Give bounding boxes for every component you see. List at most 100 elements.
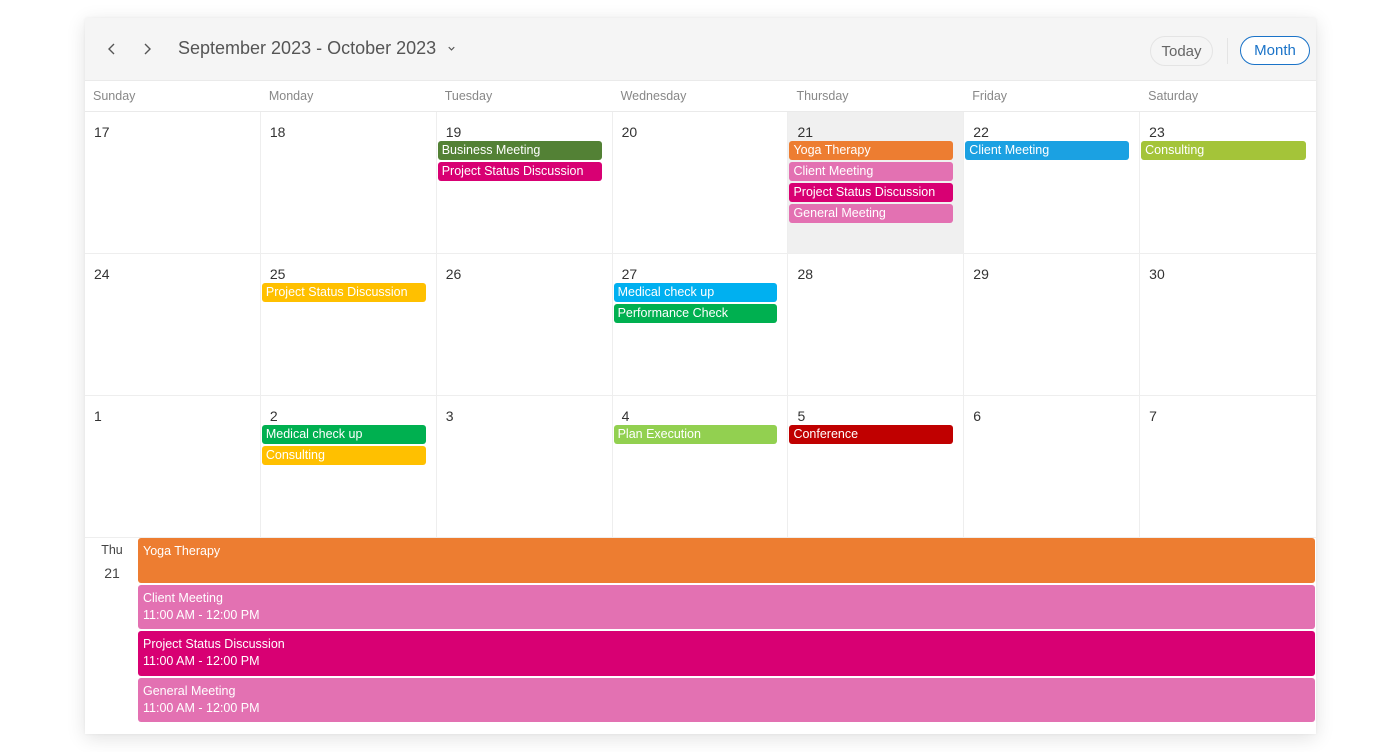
day-number: 4 [621, 408, 630, 424]
day-number: 23 [1149, 124, 1165, 140]
event-chip[interactable]: Plan Execution [613, 425, 778, 444]
agenda-day-number: 21 [104, 565, 120, 581]
day-number: 19 [445, 124, 462, 140]
event-chip[interactable]: Project Status Discussion [789, 183, 954, 202]
agenda-event-list: Yoga Therapy Client Meeting 11:00 AM - 12:… [138, 538, 1315, 724]
day-events: Medical check up Consulting [261, 425, 426, 467]
event-chip[interactable]: Project Status Discussion [437, 162, 602, 181]
event-chip[interactable]: Medical check up [613, 283, 778, 302]
day-events: Project Status Discussion [261, 283, 426, 304]
chevron-left-icon [108, 43, 115, 55]
day-number: 21 [797, 124, 814, 140]
day-cell[interactable]: 6 [964, 396, 1141, 537]
month-view-button[interactable]: Month [1240, 36, 1310, 65]
chevron-right-icon [144, 43, 151, 55]
agenda-event[interactable]: Project Status Discussion 11:00 AM - 12:0… [138, 631, 1315, 676]
event-chip[interactable]: General Meeting [789, 204, 954, 223]
agenda-event-time: 11:00 AM - 12:00 PM [143, 607, 260, 622]
agenda-event-title: Project Status Discussion [143, 637, 285, 651]
agenda-day-of-week: Thu [101, 543, 123, 557]
day-of-week-monday: Monday [268, 89, 314, 103]
agenda-event[interactable]: Yoga Therapy [138, 538, 1315, 583]
today-button[interactable]: Today [1150, 36, 1213, 66]
day-cell[interactable]: 3 [437, 396, 613, 537]
day-cell[interactable]: 19 Business Meeting Project Status Discuss… [437, 112, 613, 253]
event-chip[interactable]: Project Status Discussion [261, 283, 426, 302]
day-number: 6 [973, 408, 982, 424]
calendar: September 2023 - October 2023 Today Mont… [85, 18, 1316, 734]
date-range-picker[interactable]: September 2023 - October 2023 [178, 38, 457, 59]
day-number: 26 [445, 266, 462, 282]
week-row: 17 18 19 Business Meeting Project Status Dis… [85, 112, 1316, 254]
day-number: 17 [94, 124, 110, 140]
day-of-week-wednesday: Wednesday [620, 89, 687, 103]
day-cell[interactable]: 28 [788, 254, 965, 395]
day-number: 1 [94, 408, 102, 424]
day-number: 18 [269, 124, 286, 140]
day-cell[interactable]: 20 [613, 112, 789, 253]
day-events: Business Meeting Project Status Discussio… [437, 141, 602, 183]
day-of-week-header: Sunday Monday Tuesday Wednesday Thursday Frid… [85, 81, 1316, 112]
day-cell[interactable]: 30 [1140, 254, 1316, 395]
agenda-event[interactable]: Client Meeting 11:00 AM - 12:00 PM [138, 584, 1315, 629]
day-number: 7 [1149, 408, 1157, 424]
day-cell[interactable]: 23 Consulting [1140, 112, 1316, 253]
event-chip[interactable]: Business Meeting [437, 141, 602, 160]
event-chip[interactable]: Consulting [1141, 141, 1307, 160]
calendar-header: September 2023 - October 2023 Today Mont… [85, 18, 1316, 81]
day-cell[interactable]: 27 Medical check up Performance Check [613, 254, 789, 395]
day-cell[interactable]: 7 [1140, 396, 1316, 537]
day-events: Medical check up Performance Check [613, 283, 778, 325]
event-chip[interactable]: Conference [789, 425, 954, 444]
day-cell[interactable]: 2 Medical check up Consulting [261, 396, 437, 537]
day-cell[interactable]: 18 [261, 112, 437, 253]
day-number: 22 [973, 124, 989, 140]
day-number: 30 [1149, 266, 1165, 282]
agenda-event-title: Yoga Therapy [143, 544, 221, 558]
week-row: 24 25 Project Status Discussion 26 27 Medical… [85, 254, 1316, 396]
agenda-event-title: General Meeting [143, 683, 236, 698]
day-number: 25 [269, 266, 286, 282]
week-row: 1 2 Medical check up Consulting 3 4 Plan Execu… [85, 396, 1316, 538]
day-cell[interactable]: 17 [85, 112, 261, 253]
day-of-week-sunday: Sunday [93, 89, 136, 103]
day-of-week-friday: Friday [972, 89, 1008, 103]
next-button[interactable] [132, 34, 162, 64]
event-chip[interactable]: Consulting [261, 446, 426, 465]
agenda-event[interactable]: General Meeting 11:00 AM - 12:00 PM [138, 677, 1315, 722]
agenda-event-time: 11:00 AM - 12:00 PM [143, 654, 260, 668]
agenda-event-title: Client Meeting [143, 590, 223, 605]
day-cell[interactable]: 1 [85, 396, 261, 537]
day-cell[interactable]: 25 Project Status Discussion [261, 254, 437, 395]
agenda-date: Thu 21 [100, 543, 124, 581]
agenda-panel: Thu 21 Yoga Therapy Client Meeting 11:00 A… [85, 537, 1316, 734]
day-number: 27 [621, 266, 638, 282]
previous-button[interactable] [97, 34, 127, 64]
day-events: Client Meeting [965, 141, 1130, 162]
day-of-week-thursday: Thursday [796, 89, 849, 103]
day-cell[interactable]: 26 [437, 254, 613, 395]
day-cell[interactable]: 22 Client Meeting [964, 112, 1141, 253]
day-cell[interactable]: 24 [85, 254, 261, 395]
day-number: 2 [269, 408, 278, 424]
day-of-week-tuesday: Tuesday [444, 89, 493, 103]
date-range-title: September 2023 - October 2023 [178, 38, 437, 58]
day-number: 24 [94, 266, 110, 282]
day-cell[interactable]: 5 Conference [788, 396, 965, 537]
day-cell[interactable]: 29 [964, 254, 1141, 395]
chevron-down-icon [448, 46, 455, 51]
day-events: Yoga Therapy Client Meeting Project Status… [789, 141, 954, 225]
day-number: 28 [797, 266, 814, 282]
day-events: Consulting [1141, 141, 1307, 162]
event-chip[interactable]: Client Meeting [789, 162, 954, 181]
toolbar-divider [1227, 38, 1228, 64]
day-number: 3 [445, 408, 454, 424]
event-chip[interactable]: Client Meeting [965, 141, 1130, 160]
month-grid: 17 18 19 Business Meeting Project Status Dis… [85, 112, 1316, 538]
event-chip[interactable]: Yoga Therapy [789, 141, 954, 160]
event-chip[interactable]: Medical check up [261, 425, 426, 444]
event-chip[interactable]: Performance Check [613, 304, 778, 323]
day-cell[interactable]: 21 Yoga Therapy Client Meeting Project Stat… [788, 112, 965, 253]
day-cell[interactable]: 4 Plan Execution [613, 396, 789, 537]
day-events: Plan Execution [613, 425, 778, 446]
